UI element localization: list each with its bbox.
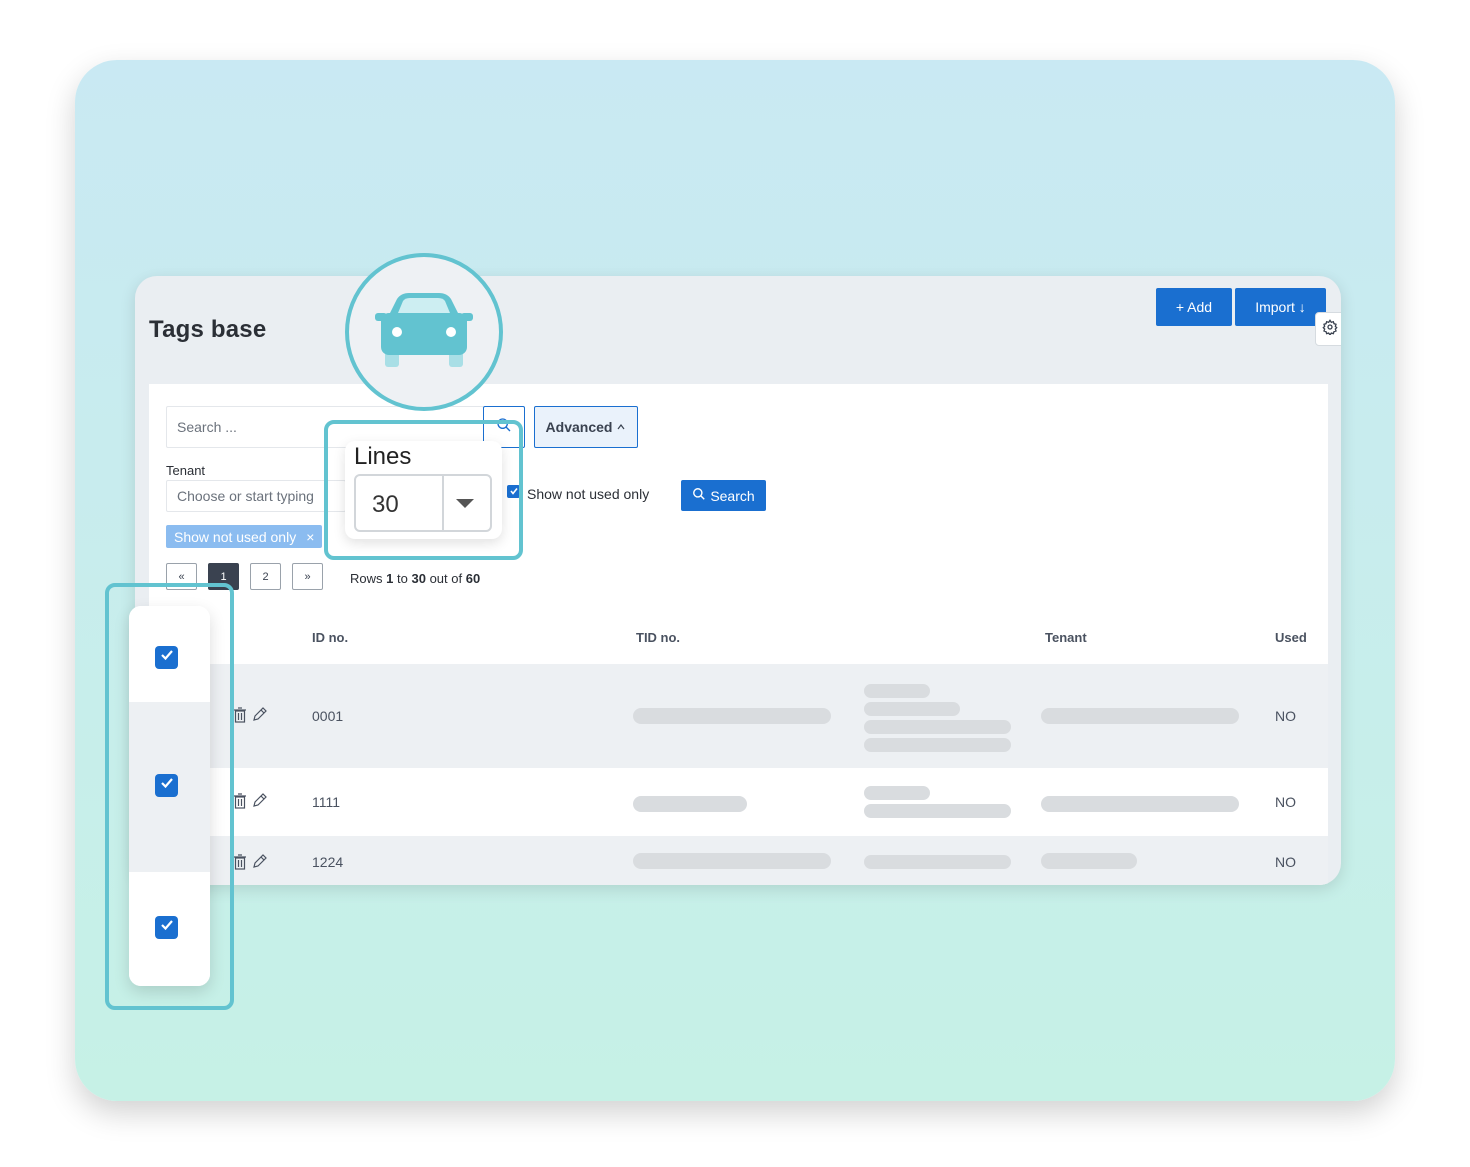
tenant-placeholder: Choose or start typing bbox=[177, 488, 314, 504]
page-next-button[interactable]: » bbox=[292, 563, 323, 590]
car-badge bbox=[345, 253, 503, 411]
trash-icon[interactable] bbox=[233, 707, 247, 728]
row-actions bbox=[233, 793, 267, 814]
table-row[interactable]: 0001 NO bbox=[149, 664, 1328, 768]
rows-from: 1 bbox=[386, 571, 394, 586]
cell-tenant-placeholder bbox=[1041, 796, 1239, 812]
search-icon bbox=[692, 487, 706, 504]
gear-icon bbox=[1322, 318, 1338, 340]
cell-id: 1224 bbox=[312, 854, 344, 870]
show-not-used-label: Show not used only bbox=[527, 486, 650, 502]
cell-tenant-placeholder bbox=[1041, 708, 1239, 724]
advanced-button[interactable]: Advanced bbox=[534, 406, 638, 448]
cell-used: NO bbox=[1275, 794, 1296, 810]
checkmark-icon bbox=[159, 647, 175, 668]
column-header-tenant[interactable]: Tenant bbox=[1045, 630, 1087, 645]
car-icon bbox=[375, 291, 473, 374]
close-icon[interactable]: × bbox=[306, 529, 314, 545]
rows-total: 60 bbox=[465, 571, 481, 586]
row-actions bbox=[233, 854, 267, 875]
cell-used: NO bbox=[1275, 854, 1296, 870]
settings-button[interactable] bbox=[1315, 312, 1341, 346]
lines-popover: Lines 30 bbox=[345, 441, 502, 539]
cell-used: NO bbox=[1275, 708, 1296, 724]
row-checkbox[interactable] bbox=[155, 916, 178, 939]
checkmark-icon bbox=[159, 775, 175, 796]
cell-placeholder bbox=[864, 684, 930, 698]
lines-label: Lines bbox=[354, 443, 412, 470]
rows-to-word: to bbox=[397, 571, 408, 586]
row-actions bbox=[233, 707, 267, 728]
cell-placeholder bbox=[864, 738, 1011, 752]
pencil-icon[interactable] bbox=[251, 793, 267, 814]
page-title: Tags base bbox=[149, 316, 267, 343]
search-button[interactable]: Search bbox=[681, 480, 766, 511]
column-header-id[interactable]: ID no. bbox=[312, 630, 348, 645]
cell-tid-placeholder bbox=[633, 796, 747, 812]
rows-info: Rows 1 to 30 out of 60 bbox=[350, 571, 480, 586]
rows-outof-word: out of bbox=[429, 571, 463, 586]
cell-placeholder bbox=[864, 702, 960, 716]
column-header-tid[interactable]: TID no. bbox=[636, 630, 680, 645]
cell-placeholder bbox=[864, 804, 1011, 818]
tenant-label: Tenant bbox=[166, 463, 206, 478]
lines-select[interactable]: 30 bbox=[354, 474, 492, 532]
tenant-field[interactable]: Choose or start typing bbox=[166, 480, 346, 512]
chip-label: Show not used only bbox=[174, 528, 297, 545]
row-checkbox[interactable] bbox=[155, 646, 178, 669]
search-placeholder: Search ... bbox=[177, 419, 237, 435]
trash-icon[interactable] bbox=[233, 793, 247, 814]
row-checkbox[interactable] bbox=[155, 774, 178, 797]
cell-placeholder bbox=[864, 855, 1011, 869]
search-button-label: Search bbox=[710, 487, 755, 504]
advanced-label: Advanced bbox=[545, 419, 613, 435]
cell-tid-placeholder bbox=[633, 708, 831, 724]
cell-placeholder bbox=[864, 720, 1011, 734]
add-button[interactable]: + Add bbox=[1156, 288, 1232, 326]
lines-divider bbox=[442, 476, 444, 530]
import-button[interactable]: Import ↓ bbox=[1235, 288, 1326, 326]
caret-down-icon[interactable] bbox=[456, 499, 474, 508]
cell-placeholder bbox=[864, 786, 930, 800]
table-row[interactable]: 1111 NO bbox=[149, 768, 1328, 836]
chevron-up-icon bbox=[616, 419, 626, 435]
trash-icon[interactable] bbox=[233, 854, 247, 875]
cell-id: 0001 bbox=[312, 708, 344, 724]
rows-prefix: Rows bbox=[350, 571, 383, 586]
rows-to: 30 bbox=[411, 571, 426, 586]
column-header-used[interactable]: Used bbox=[1275, 630, 1307, 645]
tags-base-window: Tags base + Add Import ↓ Search ... Adva… bbox=[135, 276, 1341, 885]
row-checkbox-column bbox=[129, 606, 210, 986]
checkmark-icon bbox=[159, 917, 175, 938]
table-row[interactable]: 1224 NO bbox=[149, 836, 1328, 885]
active-filter-chip[interactable]: Show not used only × bbox=[166, 525, 323, 548]
pencil-icon[interactable] bbox=[251, 854, 267, 875]
cell-id: 1111 bbox=[312, 794, 341, 810]
pencil-icon[interactable] bbox=[251, 707, 267, 728]
lines-value: 30 bbox=[372, 491, 399, 518]
page-2-button[interactable]: 2 bbox=[250, 563, 281, 590]
cell-tid-placeholder bbox=[633, 853, 831, 869]
cell-tenant-placeholder bbox=[1041, 853, 1137, 869]
